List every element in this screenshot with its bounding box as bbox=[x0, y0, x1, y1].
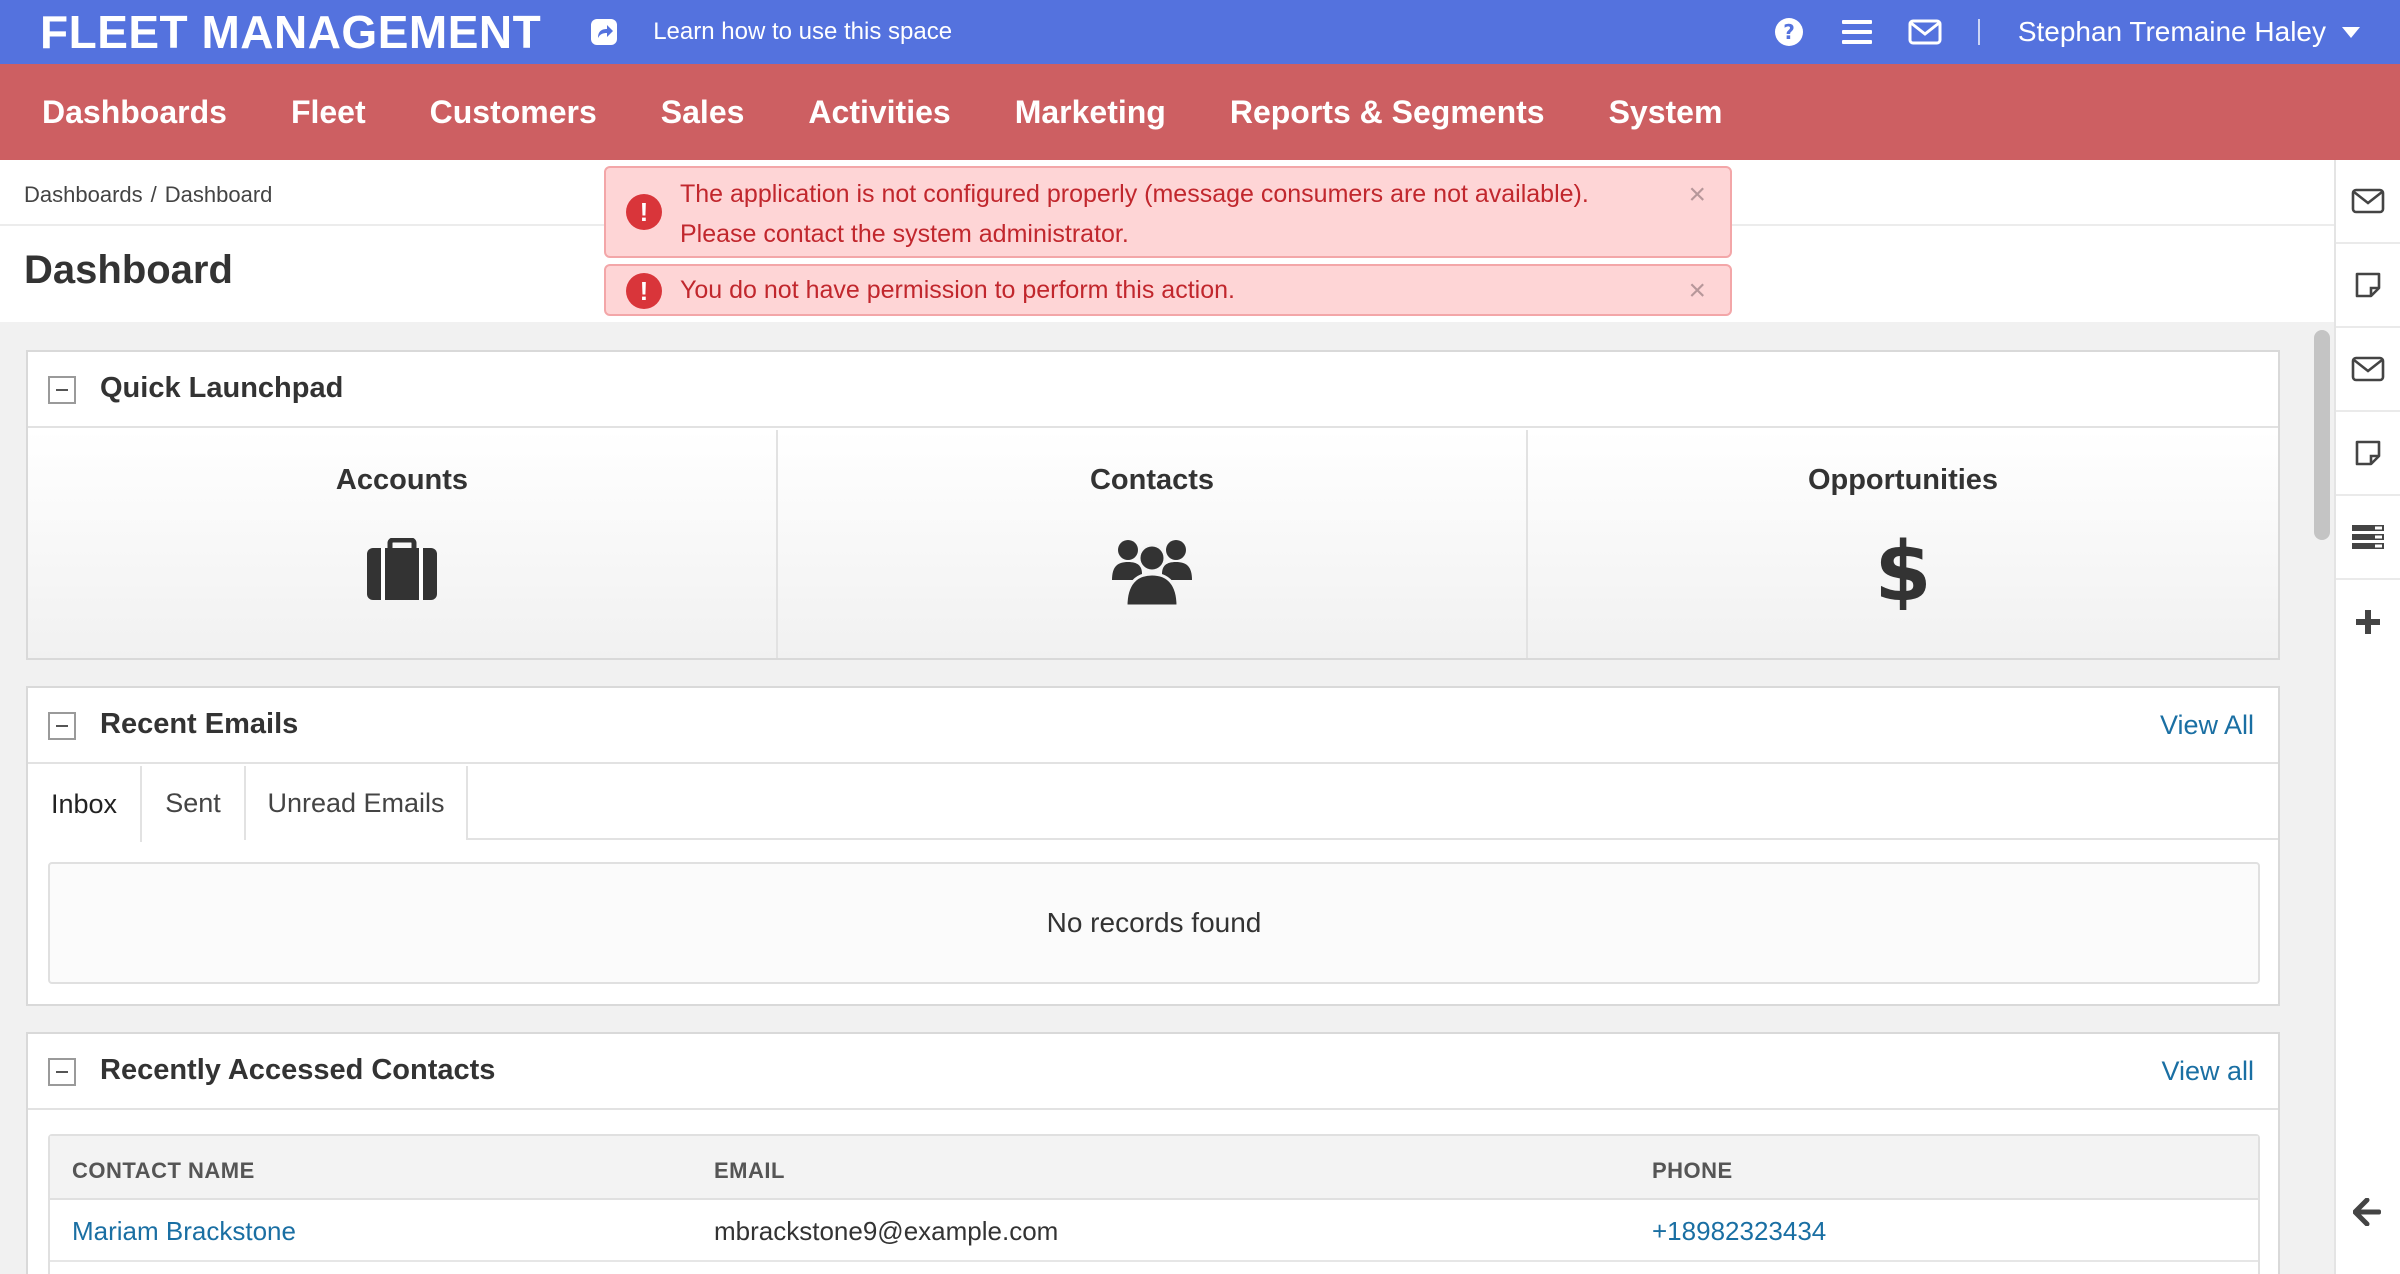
sidebar-note-button-2[interactable] bbox=[2336, 412, 2400, 496]
sidebar-collapse-button[interactable] bbox=[2336, 1170, 2400, 1254]
alert-message: The application is not configured proper… bbox=[680, 174, 1589, 254]
dollar-icon: $ bbox=[1528, 530, 2278, 610]
nav-sales[interactable]: Sales bbox=[661, 94, 745, 131]
collapse-toggle[interactable] bbox=[48, 376, 76, 404]
contact-name-link[interactable]: Mariam Brackstone bbox=[72, 1216, 296, 1247]
exclamation-icon: ! bbox=[626, 194, 662, 230]
view-all-emails-link[interactable]: View All bbox=[2160, 710, 2254, 741]
widget-title: Recent Emails bbox=[100, 708, 299, 740]
alert-line: The application is not configured proper… bbox=[680, 180, 1589, 208]
menu-icon[interactable] bbox=[1840, 15, 1874, 49]
user-name: Stephan Tremaine Haley bbox=[2017, 16, 2326, 47]
breadcrumb: Dashboards / Dashboard bbox=[24, 182, 272, 208]
tile-label: Contacts bbox=[1089, 464, 1215, 496]
plus-icon bbox=[2356, 610, 2380, 634]
list-icon bbox=[2352, 525, 2384, 549]
nav-activities[interactable]: Activities bbox=[808, 94, 950, 131]
envelope-icon bbox=[2351, 356, 2385, 382]
tab-sent[interactable]: Sent bbox=[142, 766, 246, 840]
exclamation-icon: ! bbox=[626, 273, 662, 309]
email-tabs: Inbox Sent Unread Emails bbox=[28, 766, 2278, 842]
learn-link[interactable]: Learn how to use this space bbox=[653, 18, 952, 46]
svg-text:$: $ bbox=[1879, 530, 1927, 610]
widget-header: Recent Emails View All bbox=[28, 688, 2278, 764]
sidebar-note-button[interactable] bbox=[2336, 244, 2400, 328]
minus-icon bbox=[56, 389, 68, 391]
users-icon bbox=[778, 530, 1526, 610]
minus-icon bbox=[56, 1071, 68, 1073]
column-header-phone[interactable]: PHONE bbox=[1652, 1158, 1733, 1184]
envelope-icon bbox=[2351, 188, 2385, 214]
app-brand[interactable]: FLEET MANAGEMENT bbox=[40, 5, 541, 59]
caret-down-icon bbox=[2342, 26, 2360, 38]
empty-state: No records found bbox=[48, 862, 2260, 984]
arrow-left-icon bbox=[2353, 1198, 2381, 1226]
svg-text:?: ? bbox=[1783, 20, 1795, 44]
alert-config-error: ! The application is not configured prop… bbox=[604, 166, 1732, 258]
breadcrumb-current: Dashboard bbox=[164, 182, 273, 207]
header-separator bbox=[1977, 19, 1980, 45]
widget-header: Quick Launchpad bbox=[28, 352, 2278, 428]
briefcase-icon bbox=[28, 530, 776, 610]
nav-customers[interactable]: Customers bbox=[430, 94, 597, 131]
sidebar-email-button[interactable] bbox=[2336, 160, 2400, 244]
contact-phone-link[interactable]: +18982323434 bbox=[1652, 1216, 1826, 1247]
scrollbar-thumb[interactable] bbox=[2314, 330, 2330, 540]
launch-tile-opportunities[interactable]: Opportunities $ bbox=[1528, 430, 2278, 658]
note-icon bbox=[2355, 440, 2381, 466]
contacts-table: CONTACT NAME EMAIL PHONE Mariam Bracksto… bbox=[48, 1134, 2260, 1274]
widget-header: Recently Accessed Contacts View all bbox=[28, 1034, 2278, 1110]
main-navigation: Dashboards Fleet Customers Sales Activit… bbox=[0, 64, 2400, 160]
nav-reports-segments[interactable]: Reports & Segments bbox=[1230, 94, 1545, 131]
share-icon[interactable] bbox=[589, 17, 619, 47]
collapse-toggle[interactable] bbox=[48, 1058, 76, 1086]
tab-inbox[interactable]: Inbox bbox=[28, 766, 142, 842]
table-row: Mariam Brackstone mbrackstone9@example.c… bbox=[50, 1200, 2258, 1262]
envelope-icon[interactable] bbox=[1908, 15, 1942, 49]
page-title: Dashboard bbox=[24, 248, 233, 292]
sidebar-list-button[interactable] bbox=[2336, 496, 2400, 580]
table-header: CONTACT NAME EMAIL PHONE bbox=[50, 1136, 2258, 1200]
launch-tile-accounts[interactable]: Accounts bbox=[28, 430, 778, 658]
quick-launchpad-widget: Quick Launchpad Accounts Contacts Opport… bbox=[26, 350, 2280, 660]
nav-dashboards[interactable]: Dashboards bbox=[42, 94, 227, 131]
close-icon[interactable]: × bbox=[1688, 180, 1706, 210]
tab-unread-emails[interactable]: Unread Emails bbox=[246, 766, 468, 840]
breadcrumb-separator: / bbox=[150, 182, 157, 207]
minus-icon bbox=[56, 725, 68, 727]
alert-message: You do not have permission to perform th… bbox=[680, 276, 1235, 304]
launch-tile-contacts[interactable]: Contacts bbox=[778, 430, 1528, 658]
nav-fleet[interactable]: Fleet bbox=[291, 94, 366, 131]
help-icon[interactable]: ? bbox=[1772, 15, 1806, 49]
column-header-email[interactable]: EMAIL bbox=[714, 1158, 785, 1184]
header-actions: ? Stephan Tremaine Haley bbox=[1738, 0, 2360, 64]
collapse-toggle[interactable] bbox=[48, 712, 76, 740]
widget-title: Recently Accessed Contacts bbox=[100, 1054, 496, 1086]
user-menu[interactable]: Stephan Tremaine Haley bbox=[2018, 16, 2360, 48]
widget-title: Quick Launchpad bbox=[100, 372, 344, 404]
recent-contacts-widget: Recently Accessed Contacts View all CONT… bbox=[26, 1032, 2280, 1274]
sidebar-add-button[interactable] bbox=[2336, 580, 2400, 664]
tile-label: Accounts bbox=[335, 464, 469, 496]
contact-email: mbrackstone9@example.com bbox=[714, 1216, 1059, 1246]
nav-marketing[interactable]: Marketing bbox=[1015, 94, 1166, 131]
view-all-contacts-link[interactable]: View all bbox=[2161, 1056, 2254, 1087]
tile-label: Opportunities bbox=[1807, 464, 1999, 496]
breadcrumb-parent[interactable]: Dashboards bbox=[24, 182, 143, 207]
note-icon bbox=[2355, 272, 2381, 298]
column-header-contact-name[interactable]: CONTACT NAME bbox=[72, 1158, 255, 1184]
sidebar-email-button-2[interactable] bbox=[2336, 328, 2400, 412]
alert-line: Please contact the system administrator. bbox=[680, 220, 1129, 248]
right-sidebar bbox=[2334, 160, 2400, 1274]
nav-system[interactable]: System bbox=[1609, 94, 1723, 131]
alert-permission-error: ! You do not have permission to perform … bbox=[604, 264, 1732, 316]
top-header: FLEET MANAGEMENT Learn how to use this s… bbox=[0, 0, 2400, 64]
recent-emails-widget: Recent Emails View All Inbox Sent Unread… bbox=[26, 686, 2280, 1006]
close-icon[interactable]: × bbox=[1688, 276, 1706, 306]
